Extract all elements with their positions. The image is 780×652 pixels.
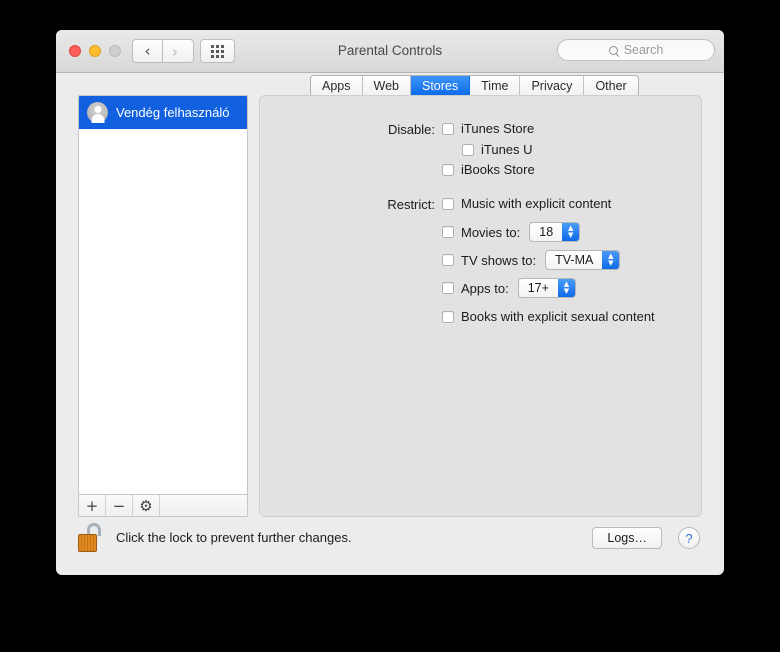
tv-rating-dropdown[interactable]: TV-MA ▲ ▼ — [545, 250, 621, 270]
label-ibooks-store: iBooks Store — [461, 162, 535, 177]
label-explicit-books: Books with explicit sexual content — [461, 309, 655, 324]
checkbox-tv-shows[interactable] — [442, 254, 454, 266]
row-explicit-music[interactable]: Music with explicit content — [442, 196, 611, 211]
tab-stores[interactable]: Stores — [410, 76, 471, 96]
sidebar-toolbar: + − ⚙ — [79, 494, 247, 516]
add-user-button[interactable]: + — [79, 495, 106, 516]
checkbox-ibooks-store[interactable] — [442, 163, 454, 176]
window-titlebar: ‹ › Parental Controls Search — [56, 30, 724, 73]
apps-rating-value: 17+ — [527, 281, 549, 295]
row-itunes-store[interactable]: iTunes Store — [442, 121, 534, 136]
user-name: Vendég felhasználó — [116, 105, 230, 120]
search-placeholder: Search — [623, 43, 664, 57]
disable-label: Disable: — [388, 122, 435, 137]
checkbox-movies[interactable] — [442, 226, 454, 238]
user-list: Vendég felhasználó — [79, 96, 247, 487]
tv-rating-value: TV-MA — [555, 253, 594, 267]
checkbox-explicit-books[interactable] — [442, 310, 454, 323]
row-movies[interactable]: Movies to: 18 ▲ ▼ — [442, 222, 581, 242]
checkbox-explicit-music[interactable] — [442, 197, 454, 210]
chevron-updown-icon: ▲ ▼ — [602, 251, 620, 269]
tab-web[interactable]: Web — [362, 76, 411, 96]
label-itunes-u: iTunes U — [481, 142, 533, 157]
parental-controls-window: ‹ › Parental Controls Search Vendég felh… — [56, 30, 724, 575]
row-explicit-books[interactable]: Books with explicit sexual content — [442, 309, 655, 324]
logs-button[interactable]: Logs… — [592, 527, 662, 549]
row-itunes-u[interactable]: iTunes U — [462, 142, 533, 157]
user-sidebar: Vendég felhasználó + − ⚙ — [78, 95, 248, 517]
row-tv-shows[interactable]: TV shows to: TV-MA ▲ ▼ — [442, 250, 621, 270]
movies-rating-value: 18 — [539, 225, 554, 239]
gear-icon[interactable]: ⚙ — [133, 495, 160, 516]
help-button[interactable]: ? — [678, 527, 700, 549]
label-apps: Apps to: — [461, 280, 509, 296]
label-tv-shows: TV shows to: — [461, 252, 537, 268]
remove-user-button[interactable]: − — [106, 495, 133, 516]
stores-settings-panel: Disable: iTunes Store iTunes U iBooks St… — [259, 95, 702, 517]
lock-status-text: Click the lock to prevent further change… — [116, 530, 352, 545]
lock-body — [78, 534, 97, 552]
row-apps[interactable]: Apps to: 17+ ▲ ▼ — [442, 278, 576, 298]
tab-apps[interactable]: Apps — [311, 76, 363, 96]
chevron-updown-icon: ▲ ▼ — [562, 223, 580, 241]
row-ibooks-store[interactable]: iBooks Store — [442, 162, 535, 177]
checkbox-itunes-store[interactable] — [442, 122, 454, 135]
search-icon — [608, 45, 618, 55]
window-footer: Click the lock to prevent further change… — [56, 517, 724, 575]
label-movies: Movies to: — [461, 224, 521, 240]
movies-rating-dropdown[interactable]: 18 ▲ ▼ — [529, 222, 581, 242]
restrict-label: Restrict: — [387, 197, 435, 212]
tab-bar: Apps Web Stores Time Privacy Other — [310, 75, 639, 97]
apps-rating-dropdown[interactable]: 17+ ▲ ▼ — [517, 278, 576, 298]
lock-icon[interactable] — [78, 523, 104, 553]
search-field[interactable]: Search — [557, 39, 715, 61]
checkbox-apps[interactable] — [442, 282, 454, 294]
label-itunes-store: iTunes Store — [461, 121, 535, 136]
label-explicit-music: Music with explicit content — [461, 196, 612, 211]
window-body: Vendég felhasználó + − ⚙ Apps Web Stores… — [56, 73, 724, 575]
avatar — [87, 102, 108, 123]
tab-privacy[interactable]: Privacy — [520, 76, 585, 96]
chevron-updown-icon: ▲ ▼ — [557, 279, 575, 297]
tab-time[interactable]: Time — [470, 76, 521, 96]
tab-other[interactable]: Other — [584, 76, 638, 96]
list-item[interactable]: Vendég felhasználó — [79, 96, 247, 129]
checkbox-itunes-u[interactable] — [462, 143, 474, 156]
